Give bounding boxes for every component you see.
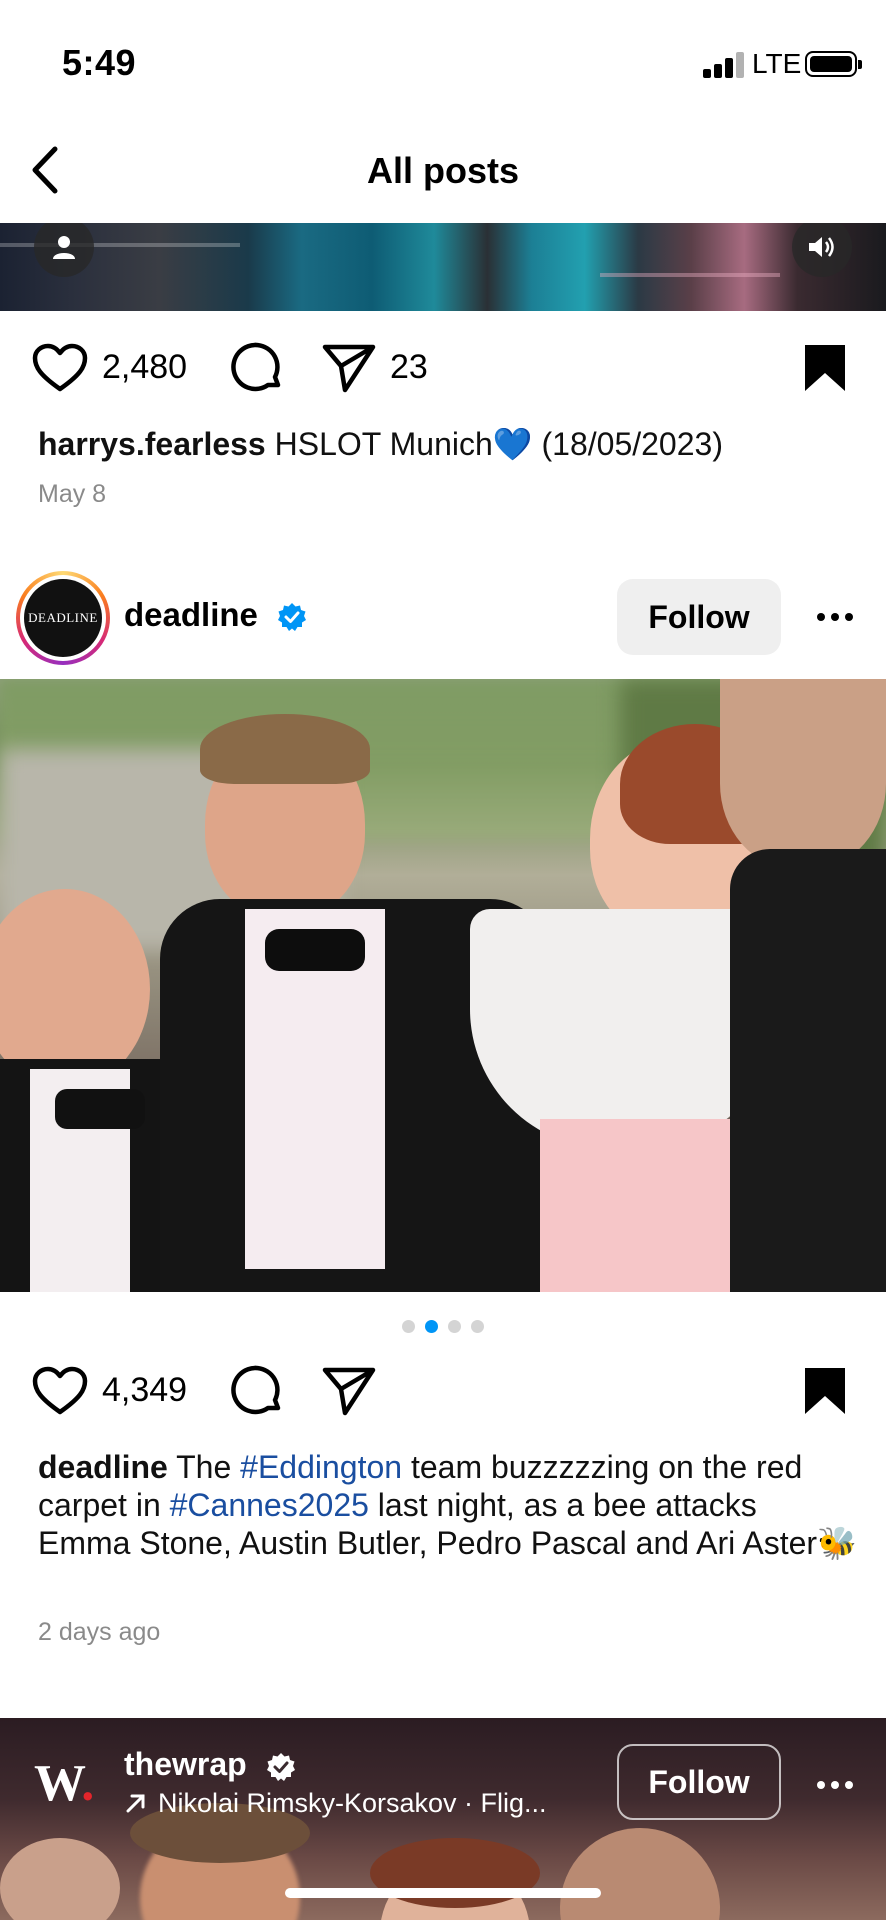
post-username[interactable]: thewrap xyxy=(124,1746,247,1782)
send-icon xyxy=(322,1367,376,1416)
post1-actions: 2,480 23 xyxy=(0,330,886,406)
post2-actions: 4,349 xyxy=(0,1353,886,1429)
carousel-indicator xyxy=(0,1320,886,1334)
caption-text: HSLOT Munich💙 (18/05/2023) xyxy=(274,426,723,462)
post1-caption: harrys.fearless HSLOT Munich💙 (18/05/202… xyxy=(38,425,858,463)
caption-text: The xyxy=(176,1449,241,1485)
comment-button[interactable] xyxy=(228,340,286,396)
comment-button[interactable] xyxy=(228,1363,286,1419)
follow-button[interactable]: Follow xyxy=(617,1744,781,1820)
share-count: 23 xyxy=(390,348,428,386)
nav-header: All posts xyxy=(0,130,886,210)
status-bar: 5:49 LTE xyxy=(0,0,886,120)
post1-date: May 8 xyxy=(38,480,107,508)
battery-icon xyxy=(805,51,862,77)
verified-badge-icon xyxy=(266,1752,295,1781)
post2-caption: deadline The #Eddington team buzzzzzing … xyxy=(38,1448,858,1562)
signal-icon xyxy=(703,52,745,78)
heart-icon xyxy=(32,1366,88,1415)
verified-badge-icon xyxy=(278,603,307,632)
carousel-dot xyxy=(402,1320,415,1333)
send-icon xyxy=(322,344,376,393)
follow-button[interactable]: Follow xyxy=(617,579,781,655)
more-options-button[interactable] xyxy=(800,1760,870,1810)
thewrap-logo[interactable]: W. xyxy=(34,1754,94,1813)
more-options-button[interactable] xyxy=(800,592,870,642)
page-title: All posts xyxy=(366,150,519,191)
carousel-dot xyxy=(471,1320,484,1333)
like-button[interactable] xyxy=(30,1363,90,1419)
carousel-dot xyxy=(448,1320,461,1333)
user-tag-icon[interactable] xyxy=(34,223,94,277)
home-indicator xyxy=(285,1888,601,1898)
post-photo[interactable] xyxy=(0,679,886,1292)
share-button[interactable] xyxy=(320,340,378,396)
carousel-dot-active xyxy=(425,1320,438,1333)
status-time: 5:49 xyxy=(62,42,137,83)
volume-icon[interactable] xyxy=(792,223,852,277)
audio-attribution[interactable]: Nikolai Rimsky-Korsakov · Flig... xyxy=(124,1788,547,1819)
post-media-top[interactable] xyxy=(0,223,886,311)
avatar[interactable]: DEADLINE xyxy=(16,571,110,665)
audio-label: Nikolai Rimsky-Korsakov · Flig... xyxy=(158,1788,547,1818)
save-button[interactable] xyxy=(798,1363,852,1419)
avatar-logo: DEADLINE xyxy=(24,579,102,657)
post-username[interactable]: deadline xyxy=(124,596,258,633)
like-button[interactable] xyxy=(30,340,90,396)
like-count: 4,349 xyxy=(102,1371,188,1409)
arrow-up-right-icon xyxy=(126,1794,145,1813)
like-count: 2,480 xyxy=(102,348,188,386)
save-button[interactable] xyxy=(798,340,852,396)
post2-header: DEADLINE deadline Follow xyxy=(0,570,886,666)
post2-date: 2 days ago xyxy=(38,1618,161,1646)
caption-username[interactable]: harrys.fearless xyxy=(38,426,266,462)
bookmark-icon xyxy=(805,345,845,391)
bookmark-icon xyxy=(805,1368,845,1414)
comment-icon xyxy=(231,1365,281,1415)
caption-username[interactable]: deadline xyxy=(38,1449,168,1485)
hashtag-link[interactable]: #Eddington xyxy=(240,1449,402,1485)
share-button[interactable] xyxy=(320,1363,378,1419)
heart-icon xyxy=(32,343,88,392)
network-label: LTE xyxy=(752,48,802,79)
hashtag-link[interactable]: #Cannes2025 xyxy=(170,1487,369,1523)
comment-icon xyxy=(231,342,281,392)
